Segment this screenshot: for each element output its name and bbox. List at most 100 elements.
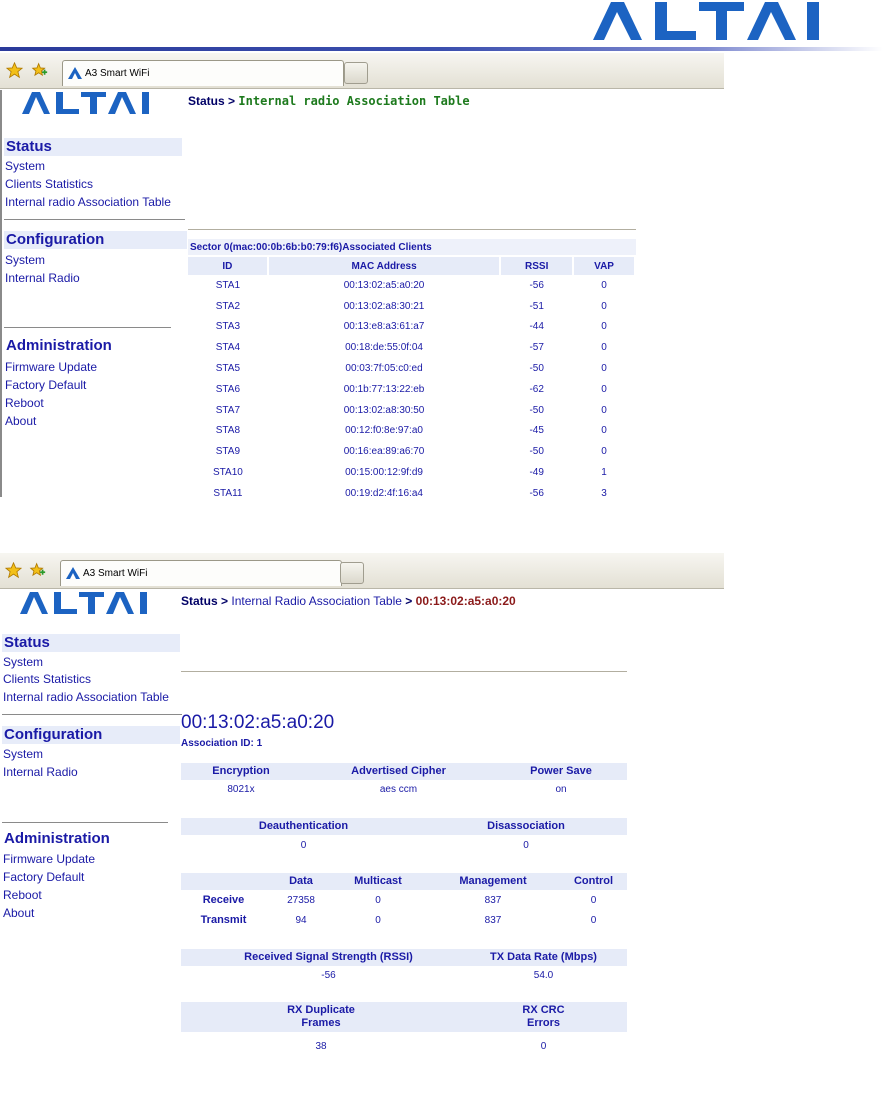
cell-vap: 0 [601, 404, 607, 416]
table-row[interactable]: STA5 00:03:7f:05:c0:ed -50 0 [188, 358, 635, 379]
breadcrumb-separator: > [221, 594, 229, 608]
main-content: Status > Internal Radio Association Tabl… [181, 590, 724, 1097]
sidebar-item-internal-radio[interactable]: Internal Radio [5, 271, 80, 285]
sidebar-item-firmware-update[interactable]: Firmware Update [3, 852, 95, 866]
breadcrumb-status[interactable]: Status [188, 94, 225, 108]
altai-logo [22, 92, 162, 114]
tab-a3-smart-wifi[interactable]: A3 Smart WiFi [62, 60, 344, 86]
cell-id[interactable]: STA8 [188, 421, 268, 442]
cell-id[interactable]: STA6 [188, 379, 268, 400]
sidebar-item-factory-default[interactable]: Factory Default [3, 870, 84, 884]
new-tab-button[interactable] [340, 562, 364, 584]
cell-id[interactable]: STA4 [188, 337, 268, 358]
cell-vap: 0 [601, 425, 607, 437]
association-table: Sector 0(mac:00:0b:6b:b0:79:f6)Associate… [188, 239, 636, 497]
value-advertised-cipher: aes ccm [379, 784, 418, 795]
cell-id[interactable]: STA11 [188, 483, 268, 497]
altai-logo [20, 592, 160, 614]
cell-rssi: -56 [529, 279, 544, 291]
table-row[interactable]: STA8 00:12:f0:8e:97:a0 -45 0 [188, 421, 635, 442]
bookmark-star-icon[interactable] [4, 561, 23, 579]
sidebar-item-clients-statistics[interactable]: Clients Statistics [5, 177, 93, 191]
table-row[interactable]: STA6 00:1b:77:13:22:eb -62 0 [188, 379, 635, 400]
new-tab-button[interactable] [344, 62, 368, 84]
cell-mac-address: 00:13:e8:a3:61:a7 [343, 321, 425, 333]
cell-vap: 0 [601, 300, 607, 312]
sidebar-item-about[interactable]: About [5, 414, 36, 428]
sidebar-item-system[interactable]: System [5, 159, 45, 173]
column-header-rssi: RSSI [500, 257, 575, 275]
receive-multicast: 0 [375, 895, 381, 906]
table-header-row: ID MAC Address RSSI VAP [188, 257, 636, 275]
browser-toolbar: A3 Smart WiFi [0, 553, 724, 589]
table-row[interactable]: STA7 00:13:02:a8:30:50 -50 0 [188, 400, 635, 421]
cell-id[interactable]: STA2 [188, 296, 268, 317]
cell-vap: 0 [601, 363, 607, 375]
table-row[interactable]: STA4 00:18:de:55:0f:04 -57 0 [188, 337, 635, 358]
sidebar-item-reboot[interactable]: Reboot [3, 888, 42, 902]
sidebar-item-reboot[interactable]: Reboot [5, 396, 44, 410]
sidebar: Status System Clients Statistics Interna… [0, 590, 182, 1097]
sidebar-item-system[interactable]: System [3, 655, 43, 669]
value-deauthentication: 0 [300, 840, 307, 851]
screenshot-association-table: A3 Smart WiFi Status System Clients Stat… [0, 53, 724, 497]
cell-mac-address: 00:19:d2:4f:16:a4 [345, 487, 423, 497]
cell-id[interactable]: STA7 [188, 400, 268, 421]
sidebar-item-config-system[interactable]: System [3, 747, 43, 761]
association-id: Association ID: 1 [181, 738, 263, 749]
sidebar-divider [2, 714, 182, 715]
table-row[interactable]: STA2 00:13:02:a8:30:21 -51 0 [188, 296, 635, 317]
value-power-save: on [555, 784, 567, 795]
table-row[interactable]: STA11 00:19:d2:4f:16:a4 -56 3 [188, 483, 635, 497]
breadcrumb: Status > Internal Radio Association Tabl… [181, 594, 516, 608]
sidebar: Status System Clients Statistics Interna… [0, 90, 187, 497]
cell-rssi: -57 [529, 342, 544, 354]
tab-title: A3 Smart WiFi [83, 568, 148, 579]
sidebar-item-association-table[interactable]: Internal radio Association Table [3, 690, 169, 704]
tab-a3-smart-wifi[interactable]: A3 Smart WiFi [60, 560, 342, 586]
sidebar-item-internal-radio[interactable]: Internal Radio [3, 765, 78, 779]
receive-management: 837 [484, 895, 502, 906]
sidebar-item-association-table[interactable]: Internal radio Association Table [5, 195, 171, 209]
table-row[interactable]: STA3 00:13:e8:a3:61:a7 -44 0 [188, 317, 635, 338]
cell-mac-address: 00:15:00:12:9f:d9 [345, 467, 423, 479]
cell-id[interactable]: STA5 [188, 358, 268, 379]
table-row[interactable]: STA1 00:13:02:a5:a0:20 -56 0 [188, 275, 635, 296]
add-bookmark-icon[interactable] [31, 62, 48, 79]
breadcrumb-association-table-link[interactable]: Internal Radio Association Table [231, 594, 402, 608]
column-header-id: ID [188, 257, 269, 275]
table-row[interactable]: STA10 00:15:00:12:9f:d9 -49 1 [188, 462, 635, 483]
breadcrumb: Status > Internal radio Association Tabl… [188, 94, 470, 108]
cell-mac-address: 00:03:7f:05:c0:ed [345, 363, 423, 375]
header-rx-duplicate-line2: Frames [301, 1017, 341, 1029]
tab-title: A3 Smart WiFi [85, 68, 150, 79]
cell-id[interactable]: STA10 [188, 462, 268, 483]
sidebar-item-factory-default[interactable]: Factory Default [5, 378, 86, 392]
sidebar-item-config-system[interactable]: System [5, 253, 45, 267]
sidebar-item-firmware-update[interactable]: Firmware Update [5, 360, 97, 374]
table-row[interactable]: STA9 00:16:ea:89:a6:70 -50 0 [188, 441, 635, 462]
cell-id[interactable]: STA3 [188, 317, 268, 338]
sidebar-item-about[interactable]: About [3, 906, 34, 920]
bookmark-star-icon[interactable] [5, 61, 24, 79]
sidebar-section-status: Status [4, 138, 182, 156]
sidebar-section-configuration: Configuration [4, 231, 187, 249]
sidebar-divider [4, 219, 185, 220]
cell-rssi: -50 [529, 404, 544, 416]
sidebar-section-administration: Administration [4, 830, 110, 847]
sidebar-section-configuration: Configuration [2, 726, 180, 744]
transmit-management: 837 [484, 915, 502, 926]
header-advertised-cipher: Advertised Cipher [351, 765, 446, 777]
header-rx-duplicate-frames: RX Duplicate Frames [251, 1004, 391, 1030]
client-mac-title: 00:13:02:a5:a0:20 [181, 712, 335, 733]
cell-rssi: -50 [529, 446, 544, 458]
add-bookmark-icon[interactable] [29, 562, 46, 579]
sidebar-item-clients-statistics[interactable]: Clients Statistics [3, 672, 91, 686]
header-rx-crc-line2: Errors [526, 1017, 561, 1029]
cell-id[interactable]: STA1 [188, 275, 268, 296]
receive-data: 27358 [287, 895, 315, 906]
breadcrumb-status[interactable]: Status [181, 594, 218, 608]
cell-id[interactable]: STA9 [188, 441, 268, 462]
cell-vap: 0 [601, 446, 607, 458]
cell-vap: 1 [601, 467, 607, 479]
